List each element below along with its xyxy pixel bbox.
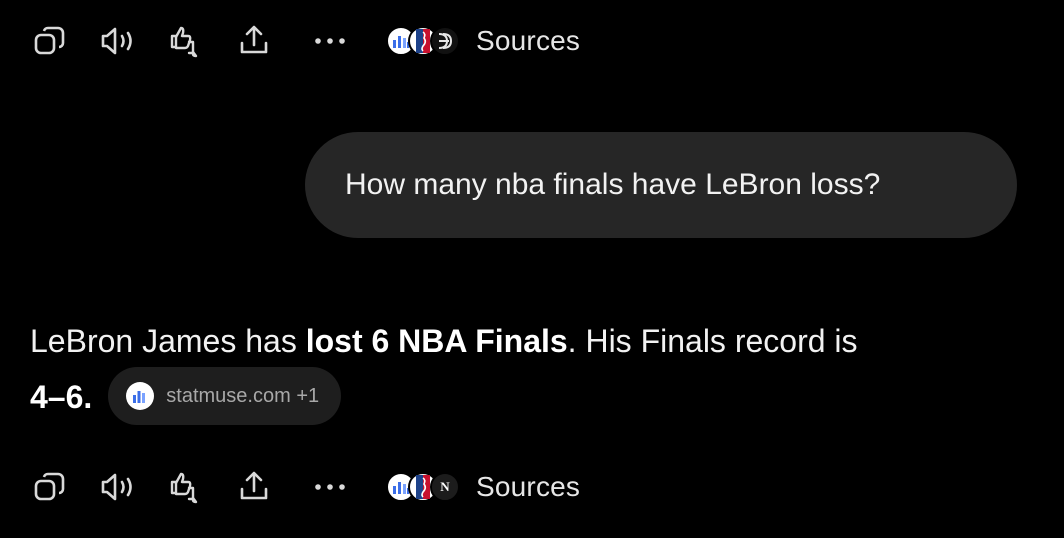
answer-record: 4–6 [30,379,84,415]
sources-button[interactable]: Sources [386,21,580,61]
share-icon [240,25,268,54]
source-icons [386,26,460,56]
thumbs-feedback-icon [170,26,198,58]
sources-label: Sources [476,471,581,502]
source-icons: N [386,472,460,502]
copy-icon [34,472,65,501]
share-button[interactable] [234,467,274,507]
answer-text-part2: . His Finals record is [567,323,858,359]
user-message-bubble: How many nba finals have LeBron loss? [305,132,1017,238]
answer-bold-text: lost 6 NBA Finals [305,323,568,359]
copy-button[interactable] [30,21,70,61]
more-icon [315,38,345,44]
statmuse-logo-icon [126,381,155,410]
answer-text-part1: LeBron James has [30,323,306,359]
thumbs-feedback-icon [170,472,198,504]
source-logo-icon [430,26,460,56]
copy-icon [34,26,65,55]
read-aloud-button[interactable] [98,467,138,507]
citation-chip[interactable]: statmuse.com +1 [108,366,342,425]
speaker-icon [101,27,132,55]
feedback-button[interactable] [166,467,206,507]
copy-button[interactable] [30,467,70,507]
more-button[interactable] [310,21,350,61]
message-action-bar-bottom: N Sources [30,465,580,509]
message-action-bar-top: Sources [30,19,580,63]
sources-button[interactable]: N Sources [386,467,580,507]
answer-period: . [83,379,93,415]
more-button[interactable] [310,467,350,507]
sources-label: Sources [476,25,581,56]
source-n-logo-icon: N [430,472,460,502]
more-icon [315,484,345,490]
speaker-icon [101,473,132,501]
citation-label: statmuse.com +1 [166,384,320,407]
share-icon [240,471,268,500]
user-message-text: How many nba finals have LeBron loss? [345,168,881,201]
assistant-answer: LeBron James has lost 6 NBA Finals. His … [30,313,1020,429]
read-aloud-button[interactable] [98,21,138,61]
feedback-button[interactable] [166,21,206,61]
share-button[interactable] [234,21,274,61]
chat-page: Sources How many nba finals have LeBron … [0,0,1064,538]
